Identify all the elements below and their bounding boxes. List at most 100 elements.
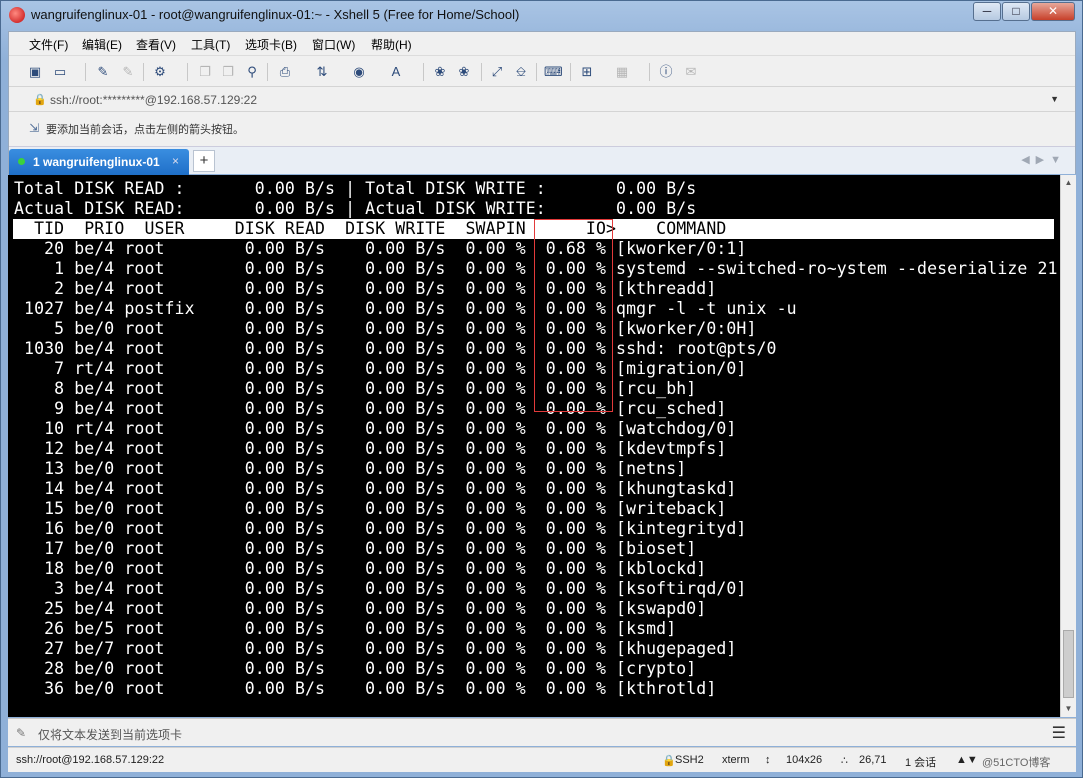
terminal-line: 1027 be/4 postfix 0.00 B/s 0.00 B/s 0.00… (14, 299, 797, 318)
add-tab-icon[interactable]: ⊞ (578, 63, 596, 81)
menu-help[interactable]: 帮助(H) (371, 36, 412, 53)
toolbar-separator (536, 63, 537, 81)
tab-scroll-arrows-icon[interactable]: ◀▶▼ (1021, 153, 1067, 166)
address-bar[interactable]: 🔒 ssh://root:*********@192.168.57.129:22… (9, 88, 1075, 112)
scroll-up-icon[interactable]: ▲ (1061, 175, 1076, 191)
toolbar-separator (85, 63, 86, 81)
terminal-line: Total DISK READ : 0.00 B/s | Total DISK … (14, 179, 697, 198)
xshell-icon[interactable]: ❀ (455, 63, 473, 81)
toolbar-separator (143, 63, 144, 81)
minimize-button[interactable]: ─ (973, 2, 1001, 21)
terminal-line: 8 be/4 root 0.00 B/s 0.00 B/s 0.00 % 0.0… (14, 379, 697, 398)
tab-bar: 1 wangruifenglinux-01 × + ◀▶▼ (9, 146, 1075, 175)
terminal-line: 2 be/4 root 0.00 B/s 0.00 B/s 0.00 % 0.0… (14, 279, 717, 298)
new-session-icon[interactable]: ▣ (26, 63, 44, 81)
terminal-line: 16 be/0 root 0.00 B/s 0.00 B/s 0.00 % 0.… (14, 519, 747, 538)
tab-label: 1 wangruifenglinux-01 (33, 155, 160, 169)
xshell-logo-icon (9, 7, 25, 23)
menu-icon[interactable]: ☰ (1052, 723, 1066, 743)
terminal-line: 14 be/4 root 0.00 B/s 0.00 B/s 0.00 % 0.… (14, 479, 737, 498)
status-connection: ssh://root@192.168.57.129:22 (16, 754, 165, 766)
status-bar: ssh://root@192.168.57.129:22 🔒 SSH2 xter… (8, 747, 1076, 772)
terminal-line: 17 be/0 root 0.00 B/s 0.00 B/s 0.00 % 0.… (14, 539, 697, 558)
terminal-line: 9 be/4 root 0.00 B/s 0.00 B/s 0.00 % 0.0… (14, 399, 727, 418)
compose-bar[interactable]: ✎ 仅将文本发送到当前选项卡 ☰ (8, 718, 1076, 746)
scroll-arrows-icon[interactable]: ▲▼ (956, 754, 978, 766)
transfer-icon[interactable]: ⇅ (313, 63, 331, 81)
toolbar-separator (570, 63, 571, 81)
terminal-line: 36 be/0 root 0.00 B/s 0.00 B/s 0.00 % 0.… (14, 679, 717, 698)
chevron-down-icon[interactable]: ▼ (1050, 94, 1059, 104)
terminal-line: 13 be/0 root 0.00 B/s 0.00 B/s 0.00 % 0.… (14, 459, 687, 478)
keyboard-icon[interactable]: ⌨ (544, 63, 563, 81)
find-icon[interactable]: ⚲ (243, 63, 261, 81)
tab-session[interactable]: 1 wangruifenglinux-01 × (9, 149, 189, 175)
tab-close-icon[interactable]: × (172, 154, 179, 168)
watermark: @51CTO博客 (982, 757, 1051, 769)
terminal-line: 26 be/5 root 0.00 B/s 0.00 B/s 0.00 % 0.… (14, 619, 677, 638)
close-icon: ✕ (1047, 4, 1059, 18)
menu-edit[interactable]: 编辑(E) (82, 36, 122, 53)
status-size: 104x26 (786, 754, 823, 766)
copy-icon[interactable]: ❐ (196, 63, 214, 81)
status-sessions: 1 会话 (905, 757, 937, 769)
terminal-line: 7 rt/4 root 0.00 B/s 0.00 B/s 0.00 % 0.0… (14, 359, 747, 378)
menu-tools[interactable]: 工具(T) (191, 36, 230, 53)
app-chrome: 文件(F) 编辑(E) 查看(V) 工具(T) 选项卡(B) 窗口(W) 帮助(… (8, 31, 1076, 175)
terminal-line: 5 be/0 root 0.00 B/s 0.00 B/s 0.00 % 0.0… (14, 319, 757, 338)
toolbar-separator (267, 63, 268, 81)
scroll-thumb[interactable] (1063, 630, 1074, 698)
title-bar[interactable]: wangruifenglinux-01 - root@wangruifengli… (1, 1, 1082, 31)
font-icon[interactable]: A (387, 63, 405, 81)
terminal-line: 27 be/7 root 0.00 B/s 0.00 B/s 0.00 % 0.… (14, 639, 737, 658)
terminal-output[interactable]: Total DISK READ : 0.00 B/s | Total DISK … (8, 175, 1060, 717)
paste-icon[interactable]: ❐ (219, 63, 237, 81)
toolbar-separator (481, 63, 482, 81)
terminal-line: 3 be/4 root 0.00 B/s 0.00 B/s 0.00 % 0.0… (14, 579, 747, 598)
compose-icon: ✎ (16, 726, 27, 740)
terminal-line: 1030 be/4 root 0.00 B/s 0.00 B/s 0.00 % … (14, 339, 777, 358)
menu-window[interactable]: 窗口(W) (312, 36, 355, 53)
menu-view[interactable]: 查看(V) (136, 36, 176, 53)
cursor-icon: ∴ (841, 755, 848, 767)
terminal-line: 10 rt/4 root 0.00 B/s 0.00 B/s 0.00 % 0.… (14, 419, 737, 438)
address-input[interactable]: ssh://root:*********@192.168.57.129:22 (50, 93, 257, 107)
minimize-icon: ─ (982, 4, 992, 18)
help-icon[interactable]: ⓘ (657, 63, 675, 81)
xftp-icon[interactable]: ❀ (431, 63, 449, 81)
terminal-line: 25 be/4 root 0.00 B/s 0.00 B/s 0.00 % 0.… (14, 599, 707, 618)
tip-text: 要添加当前会话，点击左侧的箭头按钮。 (46, 124, 244, 136)
arrow-icon[interactable]: ⇲ (29, 121, 39, 135)
terminal-line: 18 be/0 root 0.00 B/s 0.00 B/s 0.00 % 0.… (14, 559, 707, 578)
print-icon[interactable]: ⎙ (276, 63, 294, 81)
connected-status-icon (18, 158, 25, 165)
menu-tabs[interactable]: 选项卡(B) (245, 36, 297, 53)
fullscreen-icon[interactable]: ⤢ (488, 63, 506, 81)
toolbar: ▣ ▭ ✎ ✎ ⚙ ❐ ❐ ⚲ ⎙ ⇅ ◉ A ❀ ❀ ⤢ ⎒ ⌨ ⊞ ▦ ⓘ … (9, 57, 1075, 87)
compose-input[interactable]: 仅将文本发送到当前选项卡 (38, 726, 182, 743)
toolbar-separator (187, 63, 188, 81)
chat-icon[interactable]: ✉ (682, 63, 700, 81)
connect-icon[interactable]: ✎ (94, 63, 112, 81)
scroll-down-icon[interactable]: ▼ (1061, 701, 1076, 717)
layout-icon[interactable]: ▦ (613, 63, 631, 81)
resize-icon: ↕ (765, 754, 771, 766)
xshell-window: wangruifenglinux-01 - root@wangruifengli… (0, 0, 1083, 778)
toolbar-separator (423, 63, 424, 81)
globe-icon[interactable]: ◉ (350, 63, 368, 81)
disconnect-icon[interactable]: ✎ (119, 63, 137, 81)
vertical-scrollbar[interactable]: ▲ ▼ (1060, 175, 1076, 717)
maximize-icon: □ (1012, 4, 1020, 18)
open-folder-icon[interactable]: ▭ (51, 63, 69, 81)
lock-icon: 🔒 (33, 94, 47, 106)
close-button[interactable]: ✕ (1031, 2, 1075, 21)
add-tab-button[interactable]: + (193, 150, 215, 172)
lock-icon: 🔒 (662, 755, 676, 767)
properties-icon[interactable]: ⚙ (151, 63, 169, 81)
terminal-line: 20 be/4 root 0.00 B/s 0.00 B/s 0.00 % 0.… (14, 239, 747, 258)
lock-icon[interactable]: ⎒ (512, 63, 530, 81)
maximize-button[interactable]: □ (1002, 2, 1030, 21)
session-tip-bar: ⇲ 要添加当前会话，点击左侧的箭头按钮。 (9, 113, 1075, 143)
terminal-line: Actual DISK READ: 0.00 B/s | Actual DISK… (14, 199, 697, 218)
menu-file[interactable]: 文件(F) (29, 36, 68, 53)
